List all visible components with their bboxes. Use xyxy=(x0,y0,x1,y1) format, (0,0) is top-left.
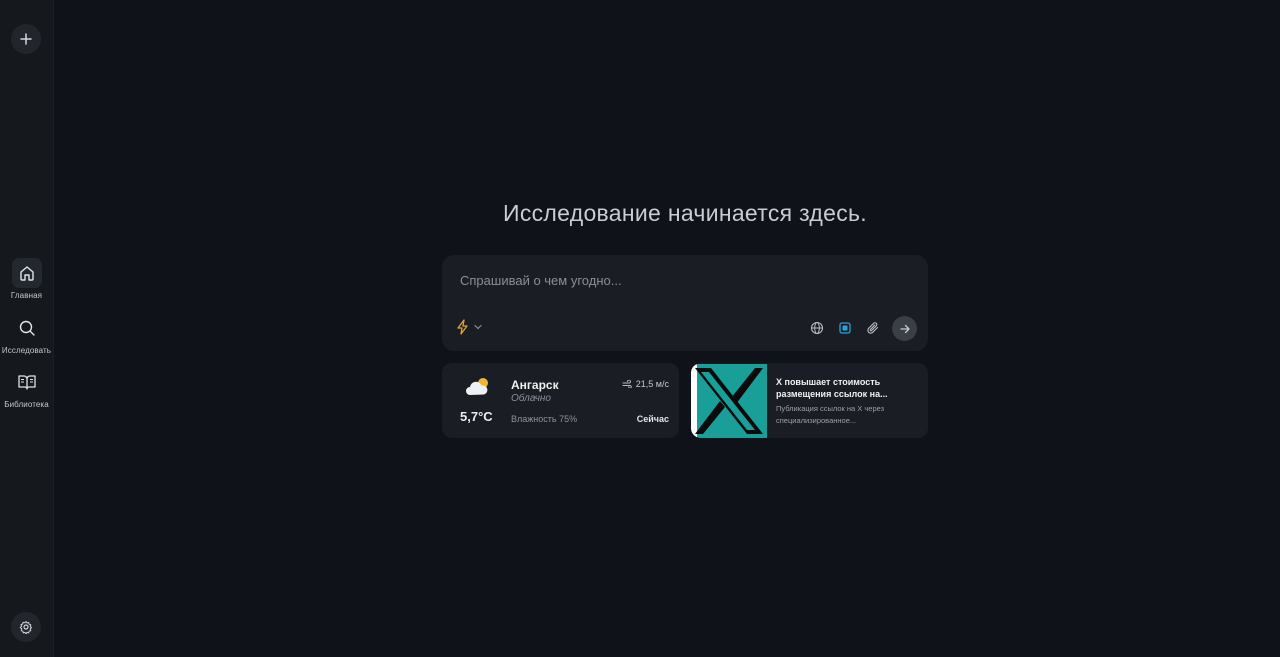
city-name: Ангарск xyxy=(511,378,559,392)
lightning-icon xyxy=(456,319,470,335)
weather-card[interactable]: 5,7°C Ангарск Облачно Влажность 75% 21,5… xyxy=(442,363,679,438)
app: Главная Исследовать Библиотека Исследова… xyxy=(0,0,1280,657)
web-search-button[interactable] xyxy=(808,319,826,337)
partly-cloudy-icon xyxy=(464,375,492,404)
plus-icon xyxy=(19,32,33,46)
weather-condition: Облачно xyxy=(511,393,551,404)
gear-icon xyxy=(19,620,33,634)
humidity: Влажность 75% xyxy=(511,414,578,424)
composer xyxy=(442,255,928,351)
chevron-down-icon xyxy=(473,322,483,332)
x-logo-image xyxy=(691,364,767,438)
news-thumbnail xyxy=(691,364,767,438)
sidebar: Главная Исследовать Библиотека xyxy=(0,0,54,657)
sidebar-item-label: Исследовать xyxy=(1,346,52,355)
sidebar-item-label: Главная xyxy=(10,291,43,300)
globe-icon xyxy=(810,321,824,335)
home-icon xyxy=(18,264,36,282)
sidebar-item-home[interactable]: Главная xyxy=(0,258,53,300)
weather-time: Сейчас xyxy=(636,414,669,424)
focus-chip-button[interactable] xyxy=(836,319,854,337)
temperature: 5,7°C xyxy=(460,409,493,424)
settings-button[interactable] xyxy=(11,612,41,642)
news-card[interactable]: X повышает стоимость размещения ссылок н… xyxy=(691,363,928,438)
focus-chip-icon xyxy=(838,321,852,335)
attach-button[interactable] xyxy=(864,319,882,337)
paperclip-icon xyxy=(866,321,880,335)
news-description: Публикация ссылок на X через специализир… xyxy=(776,404,885,425)
new-thread-button[interactable] xyxy=(11,24,41,54)
sidebar-item-explore[interactable]: Исследовать xyxy=(0,313,53,355)
wind-icon xyxy=(622,380,632,388)
search-icon xyxy=(18,319,36,337)
wind-value: 21,5 м/с xyxy=(635,379,669,389)
ask-input[interactable] xyxy=(458,269,902,291)
wind-speed: 21,5 м/с xyxy=(622,379,669,389)
book-icon xyxy=(17,373,37,391)
sidebar-item-label: Библиотека xyxy=(4,400,49,409)
news-title: X повышает стоимость размещения ссылок н… xyxy=(776,377,888,399)
arrow-right-icon xyxy=(899,323,911,335)
mode-selector-button[interactable] xyxy=(456,319,483,335)
page-title: Исследование начинается здесь. xyxy=(502,200,868,226)
send-button[interactable] xyxy=(892,316,917,341)
sidebar-item-library[interactable]: Библиотека xyxy=(0,367,53,409)
